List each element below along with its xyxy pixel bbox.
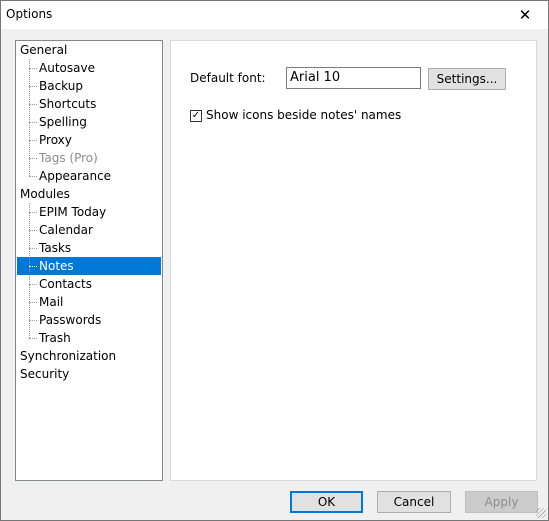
cancel-button[interactable]: Cancel [377, 491, 451, 513]
tree-item-shortcuts[interactable]: Shortcuts [29, 95, 159, 113]
default-font-field[interactable]: Arial 10 [286, 67, 421, 89]
tree-connector [29, 203, 30, 338]
tree-item-proxy[interactable]: Proxy [29, 131, 159, 149]
tree-item-passwords[interactable]: Passwords [29, 311, 159, 329]
tree-item-epim-today[interactable]: EPIM Today [29, 203, 159, 221]
title-bar: Options ✕ [1, 1, 548, 29]
options-tree[interactable]: General Autosave Backup Shortcuts Spelling Pr… [15, 40, 163, 481]
show-icons-checkbox[interactable]: ✓ [190, 110, 202, 122]
tree-item-modules[interactable]: Modules [20, 185, 70, 203]
tree-item-backup[interactable]: Backup [29, 77, 159, 95]
ok-button[interactable]: OK [290, 491, 363, 513]
tree-connector [29, 59, 30, 176]
show-icons-label[interactable]: Show icons beside notes' names [206, 108, 401, 122]
tree-item-trash[interactable]: Trash [29, 329, 159, 347]
tree-item-contacts[interactable]: Contacts [29, 275, 159, 293]
tree-item-mail[interactable]: Mail [29, 293, 159, 311]
checkmark-icon: ✓ [191, 110, 201, 121]
tree-item-autosave[interactable]: Autosave [29, 59, 159, 77]
tree-item-calendar[interactable]: Calendar [29, 221, 159, 239]
window-title: Options [6, 7, 53, 21]
tree-item-tags-pro: Tags (Pro) [29, 149, 159, 167]
tree-item-notes[interactable]: Notes [17, 257, 161, 275]
tree-item-synchronization[interactable]: Synchronization [20, 347, 116, 365]
tree-item-security[interactable]: Security [20, 365, 69, 383]
options-window: Options ✕ General Autosave Backup Shortcuts… [0, 0, 549, 521]
default-font-label: Default font: [190, 71, 266, 85]
tree-item-general[interactable]: General [20, 41, 67, 59]
tree-item-tasks[interactable]: Tasks [29, 239, 159, 257]
apply-button[interactable]: Apply [465, 491, 538, 513]
font-settings-button[interactable]: Settings... [428, 68, 506, 90]
tree-item-spelling[interactable]: Spelling [29, 113, 159, 131]
notes-settings-panel: Default font: Arial 10 Settings... ✓ Sho… [170, 40, 537, 481]
close-icon[interactable]: ✕ [502, 1, 548, 29]
resize-grip-icon[interactable] [536, 508, 546, 518]
tree-item-appearance[interactable]: Appearance [29, 167, 159, 185]
